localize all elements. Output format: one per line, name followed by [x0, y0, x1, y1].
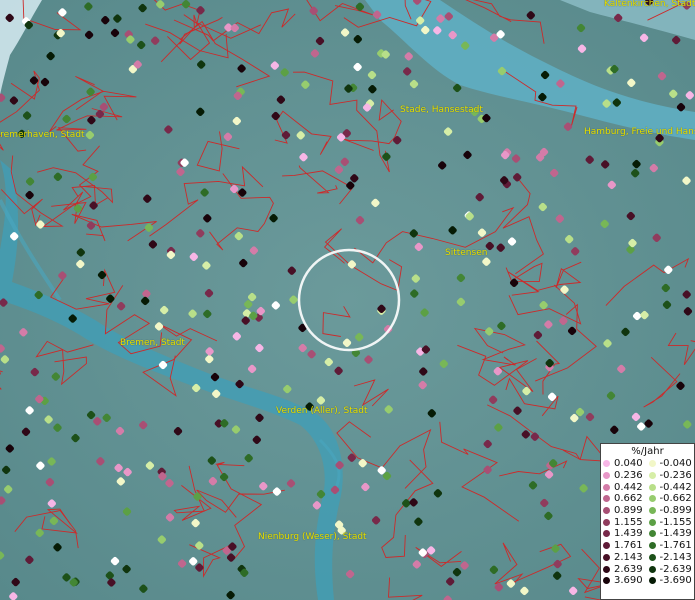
- legend-row-positive: 0.662: [603, 493, 647, 505]
- legend-row-negative: -0.899: [648, 505, 693, 517]
- legend-row-negative: -2.143: [648, 551, 693, 564]
- legend-label: 0.662: [614, 493, 643, 505]
- legend-row-negative: -1.439: [648, 528, 693, 540]
- legend-swatch: [603, 472, 610, 480]
- city-label-kaltenkirchen: Kaltenkirchen, Stadt: [604, 0, 695, 9]
- legend-label: 0.236: [614, 470, 643, 482]
- legend-swatch: [648, 542, 656, 550]
- legend-swatch: [648, 472, 656, 480]
- legend-label: -0.442: [659, 481, 692, 493]
- legend-label: 0.040: [614, 458, 643, 470]
- legend-label: -1.439: [659, 528, 692, 540]
- legend-swatch: [603, 483, 610, 491]
- legend-label: -0.236: [659, 470, 692, 482]
- legend-swatch: [603, 542, 610, 550]
- legend-swatch: [648, 518, 656, 526]
- legend-row-positive: 3.690: [603, 575, 647, 587]
- legend-label: 0.442: [614, 481, 643, 493]
- legend-row-positive: 2.143: [603, 552, 647, 564]
- legend-label: 1.761: [614, 540, 643, 552]
- map-legend: %/Jahr 0.040 -0.040 0.236 -0.236 0.442 -0.442…: [600, 443, 695, 600]
- legend-swatch: [603, 495, 610, 503]
- legend-label: 1.155: [614, 516, 643, 528]
- legend-swatch: [648, 553, 656, 561]
- legend-swatch: [648, 483, 656, 491]
- legend-row-positive: 2.639: [603, 563, 647, 575]
- city-label-sittensen: Sittensen: [445, 248, 488, 258]
- legend-label: -0.040: [659, 458, 692, 470]
- legend-row-positive: 0.442: [603, 481, 647, 493]
- legend-swatch: [603, 530, 610, 538]
- legend-row-negative: -0.236: [648, 470, 693, 482]
- legend-swatch: [648, 577, 656, 585]
- legend-row-negative: -0.442: [648, 481, 693, 493]
- legend-label: 1.439: [614, 528, 643, 540]
- legend-swatch: [603, 553, 610, 561]
- legend-label: -2.143: [659, 551, 692, 563]
- legend-row-positive: 1.761: [603, 540, 647, 552]
- legend-label: 3.690: [614, 575, 643, 587]
- legend-label: -2.639: [659, 563, 692, 575]
- legend-swatch: [603, 577, 610, 585]
- legend-label: -1.761: [659, 540, 692, 552]
- legend-label: 2.143: [614, 551, 643, 563]
- legend-label: 2.639: [614, 563, 643, 575]
- legend-row-positive: 0.236: [603, 470, 647, 482]
- legend-label: 0.899: [614, 505, 643, 517]
- city-label-bremerhaven: Bremerhaven, Stadt: [0, 130, 85, 140]
- legend-swatch: [648, 495, 656, 503]
- legend-row-negative: -0.662: [648, 493, 693, 505]
- city-label-bremen: Bremen, Stadt: [120, 338, 185, 348]
- legend-swatch: [603, 518, 610, 526]
- legend-row-positive: 0.899: [603, 505, 647, 517]
- legend-swatch: [648, 565, 656, 573]
- city-label-nienburg: Nienburg (Weser), Stadt: [258, 532, 367, 542]
- map-canvas: [0, 0, 695, 600]
- legend-entries: 0.040 -0.040 0.236 -0.236 0.442 -0.442 0.662 -0…: [601, 458, 694, 587]
- city-label-hamburg: Hamburg, Freie und Hansestadt: [584, 127, 695, 137]
- legend-row-negative: -1.761: [648, 540, 693, 552]
- city-label-verden: Verden (Aller), Stadt: [276, 406, 368, 416]
- legend-swatch: [603, 507, 610, 515]
- legend-row-positive: 1.155: [603, 516, 647, 528]
- legend-swatch: [603, 460, 610, 468]
- legend-label: -3.690: [659, 575, 692, 587]
- legend-row-negative: -3.690: [648, 575, 693, 587]
- legend-title: %/Jahr: [631, 446, 664, 457]
- legend-row-negative: -0.040: [648, 458, 693, 470]
- legend-label: -0.899: [659, 505, 692, 517]
- legend-row-positive: 0.040: [603, 458, 647, 470]
- legend-swatch: [648, 507, 656, 515]
- legend-swatch: [603, 565, 610, 573]
- legend-label: -1.155: [659, 516, 692, 528]
- legend-label: -0.662: [659, 493, 692, 505]
- legend-row-negative: -2.639: [648, 563, 693, 575]
- legend-swatch: [648, 460, 656, 468]
- map-view[interactable]: Kaltenkirchen, Stadt Bremerhaven, Stadt …: [0, 0, 695, 600]
- city-label-stade: Stade, Hansestadt: [400, 105, 483, 115]
- legend-row-positive: 1.439: [603, 528, 647, 540]
- legend-swatch: [648, 530, 656, 538]
- legend-row-negative: -1.155: [648, 516, 693, 528]
